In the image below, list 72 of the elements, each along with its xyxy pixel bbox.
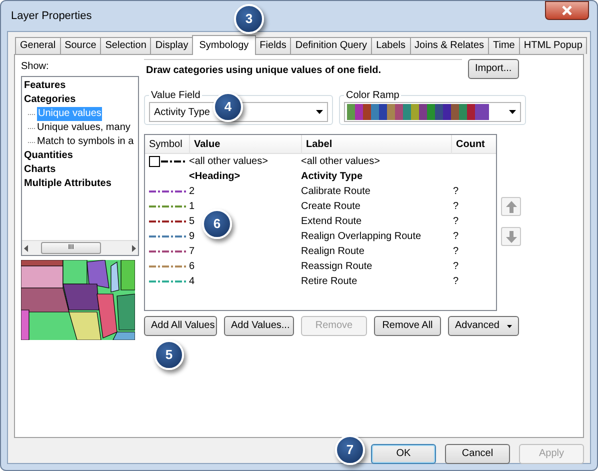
import-button[interactable]: Import... (468, 59, 519, 79)
table-cell: <Heading> (189, 171, 240, 182)
table-cell: Reassign Route (301, 261, 372, 272)
close-icon (561, 4, 573, 16)
table-cell: 1 (189, 201, 195, 212)
dialog-button[interactable]: OK (371, 444, 436, 464)
table-cell: 6 (189, 261, 195, 272)
caret-icon (316, 110, 323, 114)
description-text: Draw categories using unique values of one field. (144, 59, 462, 81)
arrow-up-icon (506, 200, 516, 212)
tree-item[interactable]: Quantities (24, 150, 73, 161)
table-cell: <all other values> (301, 156, 380, 167)
tree-item[interactable]: Multiple Attributes (24, 178, 112, 189)
table-cell: ? (453, 246, 459, 257)
tab[interactable]: Labels (371, 37, 411, 54)
action-button[interactable]: Add All Values (144, 316, 217, 336)
callout-badge: 3 (234, 4, 264, 34)
tab[interactable]: Definition Query (290, 37, 372, 54)
table-cell: 9 (189, 231, 195, 242)
table-cell: Retire Route (301, 276, 358, 287)
table-cell: Realign Overlapping Route (301, 231, 422, 242)
column-header[interactable]: Symbol (145, 134, 189, 154)
tree-item[interactable]: Categories (24, 94, 76, 105)
tree-item[interactable]: Features (24, 80, 66, 91)
table-cell: <all other values> (189, 156, 268, 167)
column-header[interactable]: Label (301, 134, 451, 154)
action-button[interactable]: Remove All (374, 316, 441, 336)
table-cell: 7 (189, 246, 195, 257)
table-cell: ? (453, 231, 459, 242)
tree-item[interactable]: Match to symbols in a (37, 135, 134, 149)
table-cell: ? (453, 276, 459, 287)
table-cell: 2 (189, 186, 195, 197)
table-cell: 4 (189, 276, 195, 287)
tab[interactable]: Source (60, 37, 102, 54)
tab[interactable]: Fields (254, 37, 292, 54)
tab[interactable]: Selection (100, 37, 152, 54)
table-cell: 5 (189, 216, 195, 227)
table-cell: ? (453, 201, 459, 212)
group-label: Color Ramp (344, 89, 402, 102)
table-cell: ? (453, 186, 459, 197)
column-header[interactable]: Count (451, 134, 495, 154)
tree-item[interactable]: Charts (24, 164, 56, 175)
window-title: Layer Properties (10, 8, 92, 24)
close-button[interactable] (545, 0, 589, 20)
arrow-down-icon (506, 230, 516, 242)
table-cell: Activity Type (301, 171, 362, 182)
dropdown-button[interactable]: Advanced (448, 316, 519, 336)
color-ramp-dropdown[interactable] (344, 102, 521, 122)
tab[interactable]: Joins & Relates (410, 37, 490, 54)
table-cell: Realign Route (301, 246, 364, 257)
tab[interactable]: HTML Popup (518, 37, 588, 54)
move-up-button[interactable] (501, 197, 521, 216)
caret-icon (509, 110, 516, 114)
show-label: Show: (21, 60, 50, 74)
column-header[interactable]: Value (189, 134, 301, 154)
table-cell: ? (453, 261, 459, 272)
tab[interactable]: Symbology (192, 35, 256, 55)
scroll-left-icon[interactable] (24, 244, 28, 252)
action-button[interactable]: Add Values... (224, 316, 294, 336)
tab[interactable]: General (15, 37, 61, 54)
move-down-button[interactable] (501, 227, 521, 246)
tab[interactable]: Time (488, 37, 520, 54)
caret-icon (507, 324, 512, 328)
table-cell: Create Route (301, 201, 360, 212)
table-cell: ? (453, 216, 459, 227)
dialog-button[interactable]: Cancel (445, 444, 510, 464)
scroll-right-icon[interactable] (132, 244, 136, 252)
tree-item[interactable]: Unique values, many (37, 121, 130, 135)
tab[interactable]: Display (150, 37, 194, 54)
table-cell: Calibrate Route (301, 186, 370, 197)
symbol-swatch (149, 156, 187, 167)
table-cell: Extend Route (301, 216, 362, 227)
